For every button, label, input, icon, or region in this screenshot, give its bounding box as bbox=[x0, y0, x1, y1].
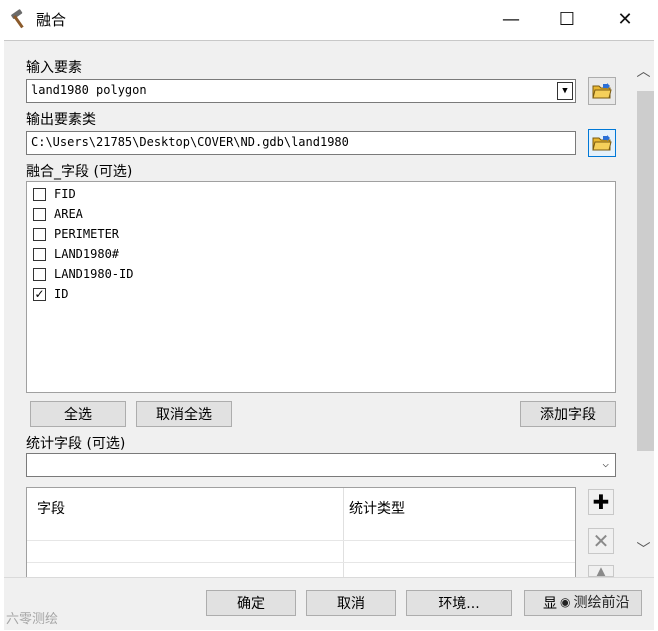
plus-icon: ✚ bbox=[592, 490, 610, 514]
field-label: AREA bbox=[54, 207, 83, 221]
add-field-button[interactable]: 添加字段 bbox=[520, 401, 616, 427]
field-checkbox-item[interactable]: ✓ ID bbox=[33, 285, 68, 303]
add-row-button[interactable]: ✚ bbox=[588, 489, 614, 515]
cancel-button[interactable]: 取消 bbox=[306, 590, 396, 616]
statistics-table: 字段 统计类型 bbox=[26, 487, 576, 580]
statistics-field-combo[interactable]: ⌵ bbox=[26, 453, 616, 477]
input-features-value: land1980 polygon bbox=[31, 83, 147, 97]
environments-button[interactable]: 环境... bbox=[406, 590, 512, 616]
field-label: LAND1980-ID bbox=[54, 267, 134, 281]
checkmark-icon: ✓ bbox=[34, 287, 45, 301]
column-header-field: 字段 bbox=[37, 501, 65, 517]
checkbox[interactable] bbox=[33, 227, 46, 241]
move-up-button[interactable]: ▲ bbox=[588, 565, 614, 577]
input-features-label: 输入要素 bbox=[26, 60, 82, 76]
bottom-button-bar: 确定 取消 环境... 显 bbox=[4, 577, 654, 630]
field-checkbox-item[interactable]: AREA bbox=[33, 205, 83, 223]
dialog-body: 输入要素 land1980 polygon ▼ 输出要素类 C:\Users\2… bbox=[4, 40, 654, 630]
delete-row-button[interactable]: ✕ bbox=[588, 528, 614, 554]
output-features-value: C:\Users\21785\Desktop\COVER\ND.gdb\land… bbox=[31, 135, 349, 149]
checkbox[interactable]: ✓ bbox=[33, 287, 46, 301]
field-checkbox-item[interactable]: FID bbox=[33, 185, 76, 203]
row-divider bbox=[27, 540, 575, 541]
dissolve-fields-label: 融合_字段 (可选) bbox=[26, 164, 133, 180]
maximize-button[interactable]: ☐ bbox=[544, 0, 590, 38]
column-divider bbox=[343, 488, 344, 580]
watermark-right: ◉ 测绘前沿 bbox=[560, 595, 630, 611]
statistics-fields-label: 统计字段 (可选) bbox=[26, 436, 126, 452]
folder-open-icon bbox=[592, 135, 612, 151]
scrollbar-thumb[interactable] bbox=[637, 91, 654, 451]
hammer-icon bbox=[8, 6, 34, 32]
maximize-icon: ☐ bbox=[558, 8, 576, 30]
field-label: LAND1980# bbox=[54, 247, 120, 261]
row-divider bbox=[27, 562, 575, 563]
output-features-input[interactable]: C:\Users\21785\Desktop\COVER\ND.gdb\land… bbox=[26, 131, 576, 155]
dissolve-fields-list: FID AREA PERIMETER LAND1980# LAND1980-ID… bbox=[26, 181, 616, 393]
arrow-up-icon: ▲ bbox=[596, 565, 606, 577]
select-all-button[interactable]: 全选 bbox=[30, 401, 126, 427]
field-checkbox-item[interactable]: LAND1980# bbox=[33, 245, 119, 263]
checkbox[interactable] bbox=[33, 267, 46, 281]
field-label: FID bbox=[54, 187, 76, 201]
column-header-stat-type: 统计类型 bbox=[349, 501, 405, 517]
chevron-down-icon[interactable]: ⌵ bbox=[602, 457, 609, 470]
input-features-combo[interactable]: land1980 polygon ▼ bbox=[26, 79, 576, 103]
scroll-up-icon[interactable]: ︿ bbox=[633, 61, 654, 81]
checkbox[interactable] bbox=[33, 187, 46, 201]
close-button[interactable]: ✕ bbox=[602, 0, 648, 38]
delete-icon: ✕ bbox=[592, 529, 610, 553]
hide-help-label: 显 bbox=[543, 596, 557, 612]
folder-open-icon bbox=[592, 83, 612, 99]
field-label: PERIMETER bbox=[54, 227, 120, 241]
title-bar: 融合 — ☐ ✕ bbox=[0, 0, 658, 38]
dropdown-arrow-icon[interactable]: ▼ bbox=[557, 82, 573, 100]
unselect-all-button[interactable]: 取消全选 bbox=[136, 401, 232, 427]
minimize-button[interactable]: — bbox=[488, 0, 534, 38]
field-checkbox-item[interactable]: LAND1980-ID bbox=[33, 265, 133, 283]
output-features-label: 输出要素类 bbox=[26, 112, 96, 128]
field-label: ID bbox=[54, 287, 69, 301]
ok-button[interactable]: 确定 bbox=[206, 590, 296, 616]
close-icon: ✕ bbox=[617, 8, 633, 30]
scroll-down-icon[interactable]: ﹀ bbox=[633, 539, 654, 559]
checkbox[interactable] bbox=[33, 207, 46, 221]
input-browse-button[interactable] bbox=[588, 77, 616, 105]
field-checkbox-item[interactable]: PERIMETER bbox=[33, 225, 119, 243]
window-title: 融合 bbox=[36, 11, 67, 29]
minimize-icon: — bbox=[502, 8, 520, 30]
checkbox[interactable] bbox=[33, 247, 46, 261]
watermark-left: 六零测绘 bbox=[6, 612, 59, 627]
wechat-icon: ◉ bbox=[560, 595, 571, 609]
output-browse-button[interactable] bbox=[588, 129, 616, 157]
